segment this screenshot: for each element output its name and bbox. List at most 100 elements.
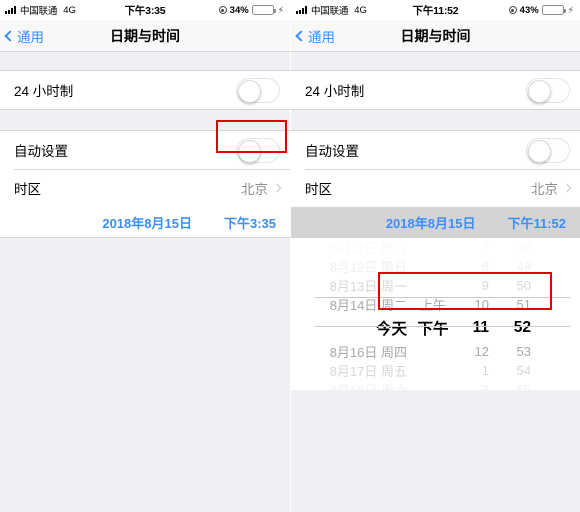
picker-date-value: 8月14日 周二 [329, 298, 407, 313]
status-bar-right-group: 43% ⚡ [508, 4, 574, 16]
picker-row[interactable]: 8月16日 周四 12 53 [291, 342, 580, 361]
picker-hour-value: 11 [472, 319, 489, 336]
phone-screen-right: 中国联通 4G 下午11:52 43% ⚡ 通用 日期与时间 24 小时制 自动… [290, 0, 580, 512]
picker-hour-value: 7 [481, 240, 489, 255]
settings-group-auto: 自动设置 时区 北京 2018年8月15日 下午3:35 [0, 130, 290, 238]
chevron-left-icon [295, 29, 307, 42]
24-hour-toggle[interactable] [526, 77, 570, 103]
picker-hour-value: 12 [474, 344, 489, 359]
picker-date-value: 8月12日 周日 [329, 260, 407, 275]
status-bar-right-group: 34% ⚡ [218, 4, 284, 16]
content-background-right [291, 390, 580, 512]
row-auto-set-label: 自动设置 [14, 144, 68, 159]
picker-minute-value: 49 [516, 259, 531, 274]
picker-minute-value: 54 [516, 363, 531, 378]
status-bar-left-group: 中国联通 4G [5, 3, 76, 17]
status-bar-right: 中国联通 4G 下午11:52 43% ⚡ [291, 0, 580, 20]
location-services-icon [508, 6, 517, 14]
auto-set-toggle[interactable] [526, 137, 570, 163]
datetime-time: 下午11:52 [507, 215, 566, 231]
list-gap-top [0, 52, 290, 70]
signal-strength-icon [296, 6, 307, 14]
picker-date-value: 8月13日 周一 [329, 279, 407, 294]
network-type: 4G [63, 4, 76, 16]
toggle-knob [238, 139, 261, 163]
picker-hour-value: 2 [481, 382, 489, 390]
list-gap-middle [291, 110, 580, 130]
settings-group-hour24: 24 小时制 [291, 70, 580, 110]
row-auto-set[interactable]: 自动设置 [0, 131, 290, 169]
picker-date-value: 8月18日 周六 [291, 380, 411, 390]
chevron-left-icon [4, 29, 16, 42]
picker-minute-value: 53 [516, 344, 531, 359]
picker-row[interactable]: 8月17日 周五 1 54 [291, 361, 580, 380]
settings-group-auto: 自动设置 时区 北京 2018年8月15日 下午11:52 [291, 130, 580, 238]
picker-hour-value: 9 [481, 278, 489, 293]
lightning-bolt-icon: ⚡ [567, 4, 574, 15]
row-timezone[interactable]: 时区 北京 [0, 169, 290, 207]
row-24-hour-label: 24 小时制 [14, 84, 74, 99]
toggle-knob [528, 79, 551, 103]
list-gap-middle [0, 110, 290, 130]
picker-row[interactable]: 8月18日 周六 2 55 [291, 380, 580, 390]
lightning-bolt-icon: ⚡ [277, 4, 284, 15]
back-button[interactable]: 通用 [0, 26, 44, 46]
datetime-date: 2018年8月15日 [385, 215, 476, 231]
datetime-date: 2018年8月15日 [102, 215, 192, 231]
content-background-left [0, 238, 290, 512]
picker-date-value: 8月11日 周六 [330, 241, 407, 256]
row-24-hour-time[interactable]: 24 小时制 [0, 71, 290, 109]
navigation-bar-right: 通用 日期与时间 [291, 20, 580, 52]
list-gap-top [291, 52, 580, 70]
picker-minute-value: 48 [516, 240, 531, 255]
battery-percentage: 43% [519, 4, 539, 16]
back-button-label: 通用 [308, 29, 335, 45]
status-bar-left: 中国联通 4G 下午3:35 34% ⚡ [0, 0, 290, 20]
row-24-hour-time[interactable]: 24 小时制 [291, 71, 580, 109]
24-hour-toggle[interactable] [236, 77, 280, 103]
location-services-icon [218, 6, 227, 14]
chevron-right-icon [272, 183, 282, 193]
picker-hour-value: 1 [481, 363, 489, 378]
datetime-picker-wheel[interactable]: 8月11日 周六 7 48 8月12日 周日 8 49 8月13日 周一 9 50 8月14日 周… [291, 238, 580, 390]
picker-date-value: 8月17日 周五 [329, 364, 407, 379]
picker-ampm-value: 上午 [419, 298, 446, 313]
picker-minute-value: 51 [516, 297, 531, 312]
row-timezone-label: 时区 [305, 182, 332, 197]
row-timezone[interactable]: 时区 北京 [291, 169, 580, 207]
signal-strength-icon [5, 6, 16, 14]
row-timezone-value-group: 北京 [241, 178, 282, 198]
picker-selection-line-top [315, 297, 570, 298]
network-type: 4G [354, 4, 367, 16]
row-auto-set[interactable]: 自动设置 [291, 131, 580, 169]
phone-screen-left: 中国联通 4G 下午3:35 34% ⚡ 通用 日期与时间 24 小时制 自动设… [0, 0, 290, 512]
back-button-label: 通用 [17, 29, 44, 45]
carrier-name: 中国联通 [20, 6, 58, 17]
datetime-display-row[interactable]: 2018年8月15日 下午11:52 [291, 207, 580, 237]
picker-row[interactable]: 8月14日 周二 上午 10 51 [291, 295, 580, 314]
picker-row[interactable]: 8月13日 周一 9 50 [291, 276, 580, 295]
picker-rows-container[interactable]: 8月11日 周六 7 48 8月12日 周日 8 49 8月13日 周一 9 50 8月14日 周… [291, 238, 580, 390]
toggle-knob [528, 139, 551, 163]
toggle-knob [238, 79, 261, 103]
picker-minute-value: 55 [516, 382, 531, 390]
back-button[interactable]: 通用 [291, 26, 335, 46]
battery-icon [541, 5, 566, 15]
battery-icon [251, 5, 276, 15]
auto-set-toggle[interactable] [236, 137, 280, 163]
picker-row[interactable]: 8月11日 周六 7 48 [291, 238, 580, 257]
status-bar-left-group: 中国联通 4G [296, 3, 367, 17]
row-24-hour-label: 24 小时制 [305, 84, 365, 99]
picker-minute-value: 52 [513, 319, 531, 336]
row-auto-set-label: 自动设置 [305, 144, 359, 159]
row-timezone-value: 北京 [531, 182, 558, 197]
picker-date-value: 今天 [375, 321, 407, 338]
row-timezone-value-group: 北京 [531, 178, 572, 198]
picker-selected-row[interactable]: 今天 下午 11 52 [291, 314, 580, 342]
datetime-display-row[interactable]: 2018年8月15日 下午3:35 [0, 207, 290, 237]
dual-screenshot-comparison: 中国联通 4G 下午3:35 34% ⚡ 通用 日期与时间 24 小时制 自动设… [0, 0, 580, 512]
picker-hour-value: 8 [481, 259, 489, 274]
picker-row[interactable]: 8月12日 周日 8 49 [291, 257, 580, 276]
datetime-time: 下午3:35 [223, 215, 276, 231]
carrier-name: 中国联通 [311, 6, 349, 17]
